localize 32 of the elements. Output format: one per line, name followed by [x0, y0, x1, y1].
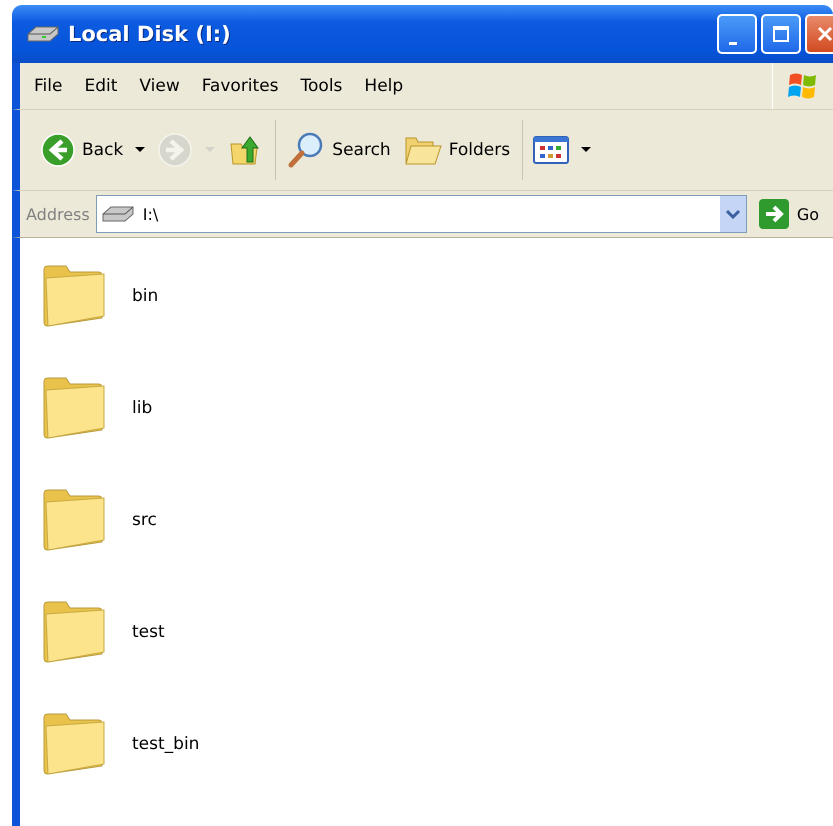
menu-item[interactable]: Favorites — [202, 76, 279, 96]
close-button[interactable] — [805, 14, 833, 54]
minimize-icon — [729, 42, 737, 44]
menu-item[interactable]: File — [34, 76, 62, 96]
minimize-button[interactable] — [717, 14, 757, 54]
maximize-icon — [772, 25, 790, 43]
menu-item[interactable]: View — [139, 76, 180, 96]
chevron-icon — [726, 209, 740, 219]
address-label: Address — [26, 204, 90, 224]
folders-button[interactable]: Folders — [396, 120, 524, 180]
search-button[interactable]: Search — [280, 126, 397, 174]
folder-name[interactable]: src — [132, 510, 157, 530]
caret-icon — [135, 147, 146, 153]
maximize-button[interactable] — [761, 14, 801, 54]
window-title: Local Disk (I:) — [68, 22, 231, 46]
folder-name[interactable]: test_bin — [132, 734, 200, 754]
back-button[interactable]: Back — [34, 126, 152, 174]
close-icon — [816, 25, 833, 43]
folder-name[interactable]: lib — [132, 398, 152, 418]
menu-item[interactable]: Edit — [84, 76, 118, 96]
address-field[interactable]: I:\ — [96, 195, 747, 233]
dropdown-button[interactable] — [720, 196, 746, 232]
folder-name[interactable]: test — [132, 622, 165, 642]
folder-name[interactable]: bin — [132, 286, 158, 306]
drive-icon — [100, 204, 135, 224]
caret-icon — [205, 147, 216, 153]
caret-icon — [581, 147, 592, 153]
drive-icon — [26, 24, 60, 44]
menu-item[interactable]: Help — [364, 76, 404, 96]
menu-item[interactable]: Tools — [300, 76, 342, 96]
go-button[interactable]: Go — [752, 199, 833, 229]
views-icon — [533, 135, 570, 165]
